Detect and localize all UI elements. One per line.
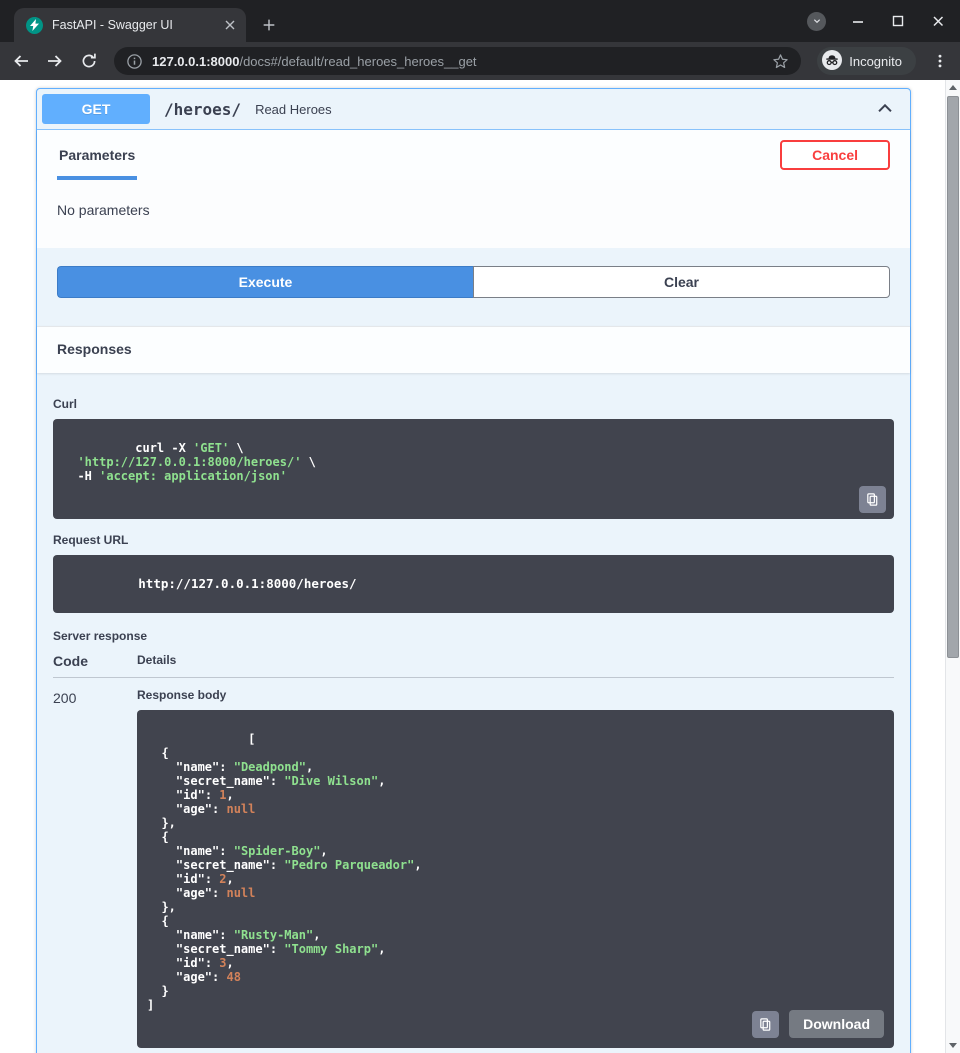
parameters-body: No parameters (37, 180, 910, 248)
scrollbar-thumb[interactable] (947, 96, 959, 658)
scrollbar-up-arrow[interactable] (946, 80, 960, 95)
tab-close-icon[interactable] (222, 17, 238, 33)
parameters-header: Parameters Cancel (37, 130, 910, 180)
request-url-block: http://127.0.0.1:8000/heroes/ (53, 555, 894, 613)
server-response-label: Server response (53, 629, 894, 643)
download-button[interactable]: Download (789, 1010, 884, 1038)
browser-titlebar: FastAPI - Swagger UI (0, 0, 960, 42)
url-text: 127.0.0.1:8000/docs#/default/read_heroes… (152, 54, 763, 69)
browser-toolbar: 127.0.0.1:8000/docs#/default/read_heroes… (0, 42, 960, 80)
responses-title: Responses (57, 341, 132, 357)
responses-header: Responses (37, 326, 910, 373)
endpoint-summary: Read Heroes (255, 102, 332, 117)
address-bar[interactable]: 127.0.0.1:8000/docs#/default/read_heroes… (114, 47, 801, 75)
status-code: 200 (53, 678, 137, 1053)
response-body-block: [ { "name": "Deadpond", "secret_name": "… (137, 710, 894, 1048)
execute-wrapper: Execute Clear (37, 248, 910, 326)
collapse-chevron-up-icon[interactable] (874, 98, 896, 120)
bookmark-star-icon[interactable] (772, 53, 789, 70)
fastapi-logo-icon (26, 17, 43, 34)
request-url-label: Request URL (53, 533, 894, 547)
response-table-head: Code Details (53, 653, 894, 678)
curl-code: curl -X 'GET' \ 'http://127.0.0.1:8000/h… (63, 441, 316, 483)
details-column-header: Details (137, 653, 176, 669)
incognito-badge: Incognito (817, 47, 916, 75)
cancel-button[interactable]: Cancel (780, 140, 890, 170)
window-close-button[interactable] (930, 13, 946, 29)
window-maximize-button[interactable] (890, 13, 906, 29)
tab-search-icon[interactable] (807, 12, 826, 31)
forward-button[interactable] (46, 52, 64, 70)
incognito-icon (822, 50, 842, 73)
url-host: 127.0.0.1:8000 (152, 54, 239, 69)
browser-menu-button[interactable] (932, 53, 948, 69)
clear-button[interactable]: Clear (473, 266, 890, 298)
method-badge: GET (42, 94, 150, 124)
back-button[interactable] (12, 52, 30, 70)
page-info-icon[interactable] (126, 53, 143, 70)
curl-label: Curl (53, 397, 894, 411)
scrollbar-down-arrow[interactable] (946, 1038, 960, 1053)
swagger-page: GET /heroes/ Read Heroes Parameters Canc… (0, 80, 945, 1053)
new-tab-button[interactable] (260, 16, 278, 34)
response-row-200: 200 Response body [ { "name": "Deadpond"… (53, 678, 894, 1053)
window-minimize-button[interactable] (850, 13, 866, 29)
reload-button[interactable] (80, 52, 98, 70)
page-viewport: GET /heroes/ Read Heroes Parameters Canc… (0, 80, 960, 1053)
browser-tab[interactable]: FastAPI - Swagger UI (14, 8, 246, 42)
code-column-header: Code (53, 653, 137, 669)
response-body-code: [ { "name": "Deadpond", "secret_name": "… (147, 732, 422, 1012)
tab-parameters[interactable]: Parameters (57, 130, 137, 180)
endpoint-path: /heroes/ (164, 100, 241, 119)
tab-title: FastAPI - Swagger UI (52, 18, 213, 32)
incognito-label: Incognito (849, 54, 902, 69)
curl-block: curl -X 'GET' \ 'http://127.0.0.1:8000/h… (53, 419, 894, 519)
copy-curl-button[interactable] (859, 486, 886, 513)
request-url-value: http://127.0.0.1:8000/heroes/ (138, 576, 356, 591)
response-body-label: Response body (137, 688, 894, 702)
responses-body: Curl curl -X 'GET' \ 'http://127.0.0.1:8… (37, 373, 910, 1053)
copy-response-button[interactable] (752, 1011, 779, 1038)
execute-button[interactable]: Execute (57, 266, 473, 298)
opblock-get-heroes: GET /heroes/ Read Heroes Parameters Canc… (36, 88, 911, 1053)
page-scrollbar[interactable] (945, 80, 960, 1053)
no-parameters-message: No parameters (57, 202, 890, 218)
url-path: /docs#/default/read_heroes_heroes__get (239, 54, 476, 69)
opblock-summary[interactable]: GET /heroes/ Read Heroes (37, 89, 910, 130)
